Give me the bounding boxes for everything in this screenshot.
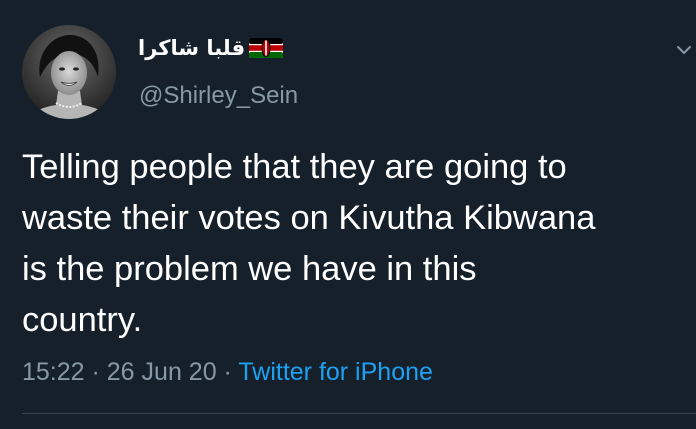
chevron-down-icon[interactable]	[674, 40, 694, 60]
kenya-flag-icon	[249, 38, 284, 58]
profile-photo-icon	[22, 25, 116, 119]
display-name-row[interactable]: قلبا شاكرا	[138, 32, 284, 64]
tweet-source-link[interactable]: Twitter for iPhone	[238, 358, 433, 386]
tweet-time[interactable]: 15:22	[22, 358, 85, 386]
divider	[22, 413, 696, 414]
avatar[interactable]	[22, 25, 116, 119]
tweet-text: Telling people that they are going to wa…	[22, 148, 596, 339]
tweet-detail: قلبا شاكرا @Shirley_Sein Telling people …	[0, 0, 696, 429]
tweet-metadata: 15:22 · 26 Jun 20 · Twitter for iPhone	[22, 358, 433, 387]
user-handle[interactable]: @Shirley_Sein	[139, 82, 298, 110]
display-name[interactable]: قلبا شاكرا	[138, 36, 245, 60]
meta-separator: ·	[84, 358, 107, 386]
meta-separator: ·	[216, 358, 239, 386]
tweet-date[interactable]: 26 Jun 20	[107, 358, 217, 386]
